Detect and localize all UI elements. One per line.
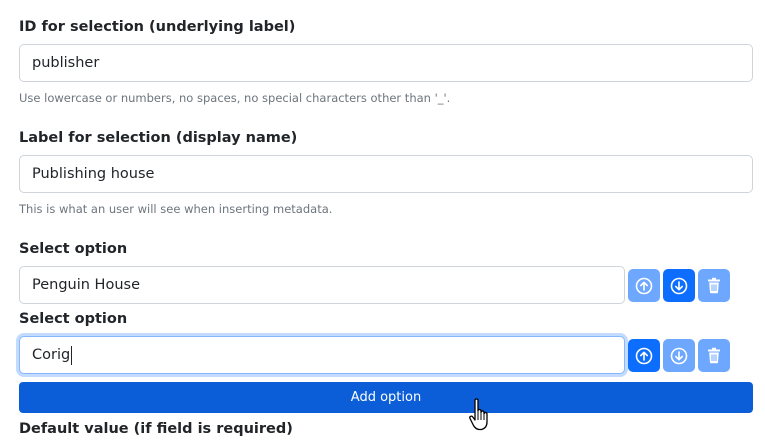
- arrow-down-circle-icon: [670, 277, 688, 295]
- delete-option-button[interactable]: [698, 269, 730, 302]
- arrow-up-circle-icon: [635, 347, 653, 365]
- select-option-input[interactable]: Corig: [19, 336, 625, 374]
- arrow-up-circle-icon: [635, 277, 653, 295]
- label-selection-label: Label for selection (display name): [19, 130, 298, 146]
- id-selection-help: Use lowercase or numbers, no spaces, no …: [19, 91, 451, 105]
- move-up-button[interactable]: [628, 269, 660, 302]
- select-option-label: Select option: [19, 311, 128, 327]
- label-selection-value: Publishing house: [32, 166, 155, 182]
- default-value-label: Default value (if field is required): [19, 421, 293, 437]
- select-option-value: Penguin House: [32, 277, 140, 293]
- id-selection-label: ID for selection (underlying label): [19, 19, 296, 35]
- select-option-input[interactable]: Penguin House: [19, 266, 625, 304]
- select-option-value: Corig: [32, 347, 71, 363]
- select-field-editor: ID for selection (underlying label) publ…: [0, 0, 765, 445]
- move-down-button[interactable]: [663, 339, 695, 372]
- trash-icon: [706, 277, 722, 294]
- text-caret: [71, 345, 73, 365]
- trash-icon: [706, 347, 722, 364]
- add-option-button[interactable]: Add option: [19, 382, 753, 413]
- id-selection-input[interactable]: publisher: [19, 44, 753, 82]
- arrow-down-circle-icon: [670, 347, 688, 365]
- move-down-button[interactable]: [663, 269, 695, 302]
- move-up-button[interactable]: [628, 339, 660, 372]
- select-option-label: Select option: [19, 241, 128, 257]
- id-selection-value: publisher: [32, 55, 100, 71]
- label-selection-help: This is what an user will see when inser…: [19, 202, 333, 216]
- label-selection-input[interactable]: Publishing house: [19, 155, 753, 193]
- hand-pointer-icon: [468, 398, 494, 432]
- delete-option-button[interactable]: [698, 339, 730, 372]
